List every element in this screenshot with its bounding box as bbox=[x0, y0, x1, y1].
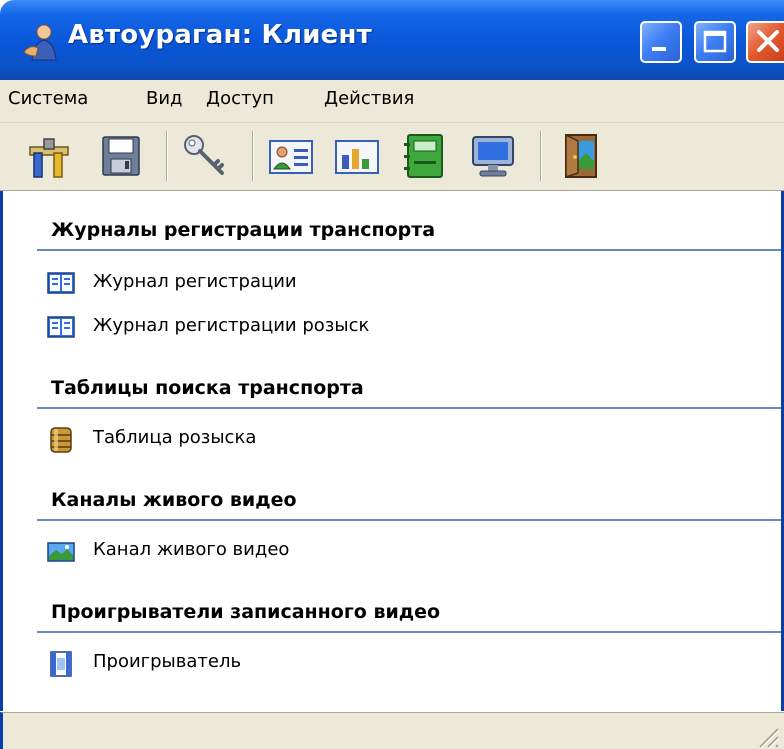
window-title: Автоураган: Клиент bbox=[68, 20, 372, 50]
settings-icon[interactable] bbox=[24, 131, 74, 181]
nav-item-label: Журнал регистрации bbox=[93, 271, 297, 292]
section-title-registration-logs: Журналы регистрации транспорта bbox=[51, 219, 436, 241]
save-icon[interactable] bbox=[96, 131, 146, 181]
section-divider bbox=[37, 249, 781, 251]
app-window: Автоураган: Клиент Система Вид Доступ Де… bbox=[0, 0, 784, 749]
exit-door-icon[interactable] bbox=[556, 131, 606, 181]
section-divider bbox=[37, 407, 781, 409]
close-button[interactable] bbox=[746, 21, 784, 63]
app-person-icon bbox=[20, 22, 64, 62]
menu-item-system[interactable]: Система bbox=[8, 88, 88, 109]
title-bar[interactable]: Автоураган: Клиент bbox=[0, 0, 784, 80]
section-title-search-tables: Таблицы поиска транспорта bbox=[51, 377, 364, 399]
toolbar bbox=[0, 123, 784, 191]
menu-bar: Система Вид Доступ Действия bbox=[0, 80, 784, 123]
toolbar-separator bbox=[166, 131, 168, 181]
nav-item-label: Журнал регистрации розыск bbox=[93, 315, 370, 336]
nav-item-label: Канал живого видео bbox=[93, 539, 290, 560]
monitor-icon[interactable] bbox=[468, 131, 518, 181]
menu-item-access[interactable]: Доступ bbox=[206, 88, 274, 109]
section-divider bbox=[37, 631, 781, 633]
menu-item-view[interactable]: Вид bbox=[146, 88, 183, 109]
key-icon[interactable] bbox=[180, 131, 230, 181]
maximize-button[interactable] bbox=[694, 21, 736, 63]
toolbar-separator bbox=[252, 131, 254, 181]
navigation-panel: Журналы регистрации транспорта Журнал ре… bbox=[0, 191, 784, 711]
address-book-icon[interactable] bbox=[400, 131, 450, 181]
database-icon bbox=[50, 427, 72, 453]
book-icon bbox=[47, 272, 75, 294]
nav-item-label: Таблица розыска bbox=[93, 427, 257, 448]
section-title-live-video-channels: Каналы живого видео bbox=[51, 489, 297, 511]
resize-grip-icon[interactable] bbox=[750, 719, 780, 749]
nav-item-label: Проигрыватель bbox=[93, 651, 242, 672]
section-divider bbox=[37, 519, 781, 521]
status-bar bbox=[0, 712, 784, 749]
book-icon bbox=[47, 316, 75, 338]
chart-icon[interactable] bbox=[332, 131, 382, 181]
section-title-recorded-video-players: Проигрыватели записанного видео bbox=[51, 601, 441, 623]
film-icon bbox=[50, 651, 72, 677]
user-card-icon[interactable] bbox=[266, 131, 316, 181]
menu-item-actions[interactable]: Действия bbox=[324, 88, 414, 109]
toolbar-separator bbox=[540, 131, 542, 181]
minimize-button[interactable] bbox=[640, 21, 682, 63]
landscape-icon bbox=[47, 542, 75, 562]
